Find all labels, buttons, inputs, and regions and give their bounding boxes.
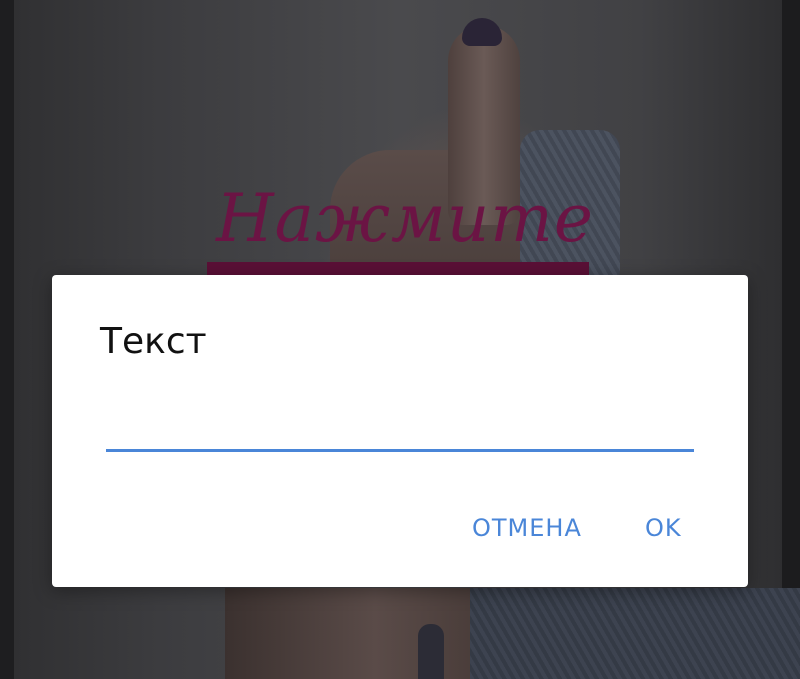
background-edge-right [782, 0, 800, 679]
background-edge-left [0, 0, 14, 679]
background-caption: Нажмите [216, 180, 594, 257]
background-sleeve-bottom [470, 588, 800, 679]
text-input-dialog: Текст ОТМЕНА OK [52, 275, 748, 587]
background-nail-bottom [418, 624, 444, 679]
dialog-title: Текст [100, 321, 207, 362]
cancel-button[interactable]: ОТМЕНА [472, 508, 582, 548]
text-input-field[interactable] [106, 405, 694, 452]
ok-button[interactable]: OK [645, 508, 682, 548]
